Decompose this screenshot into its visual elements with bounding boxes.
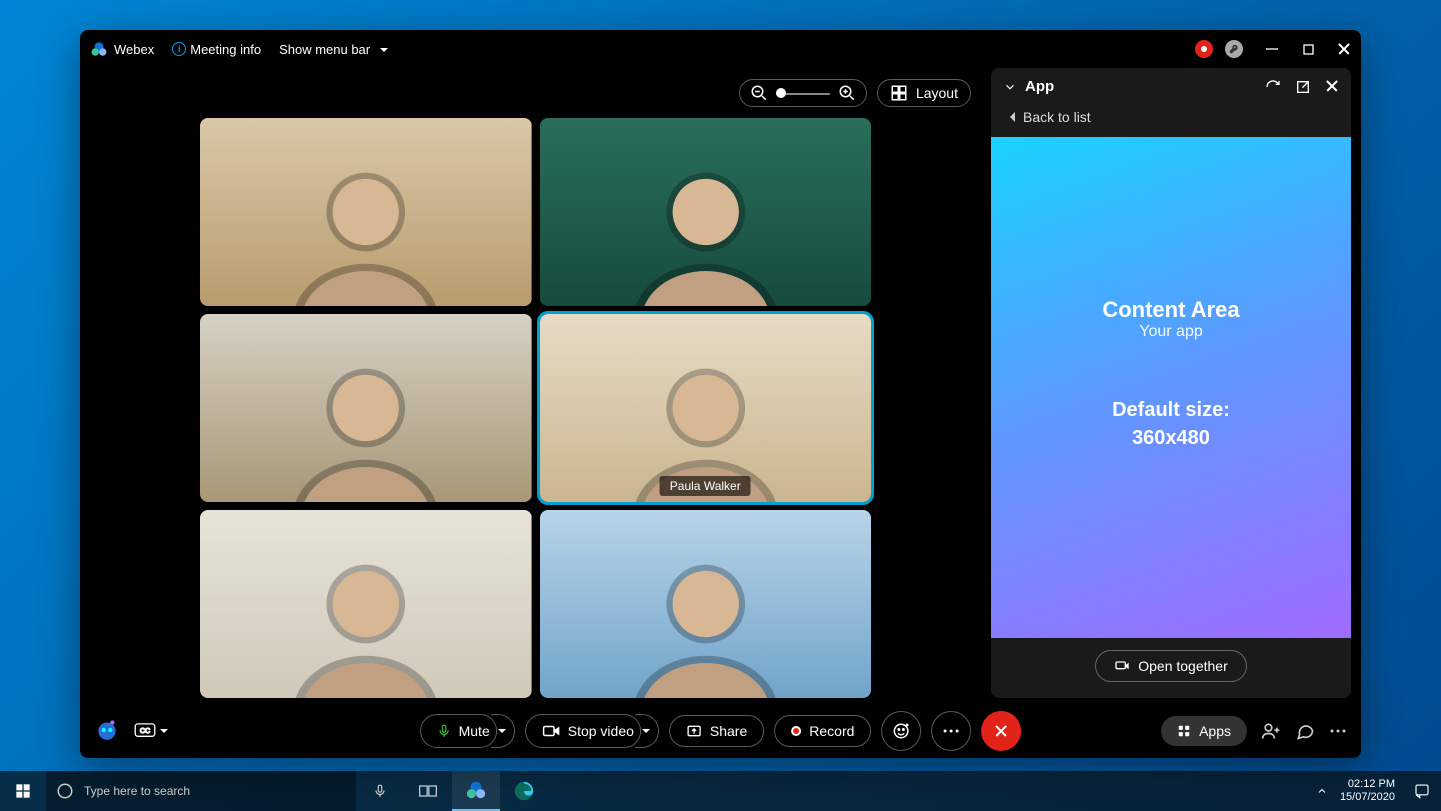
clock-time: 02:12 PM: [1340, 778, 1395, 791]
participant-tile[interactable]: [200, 314, 532, 502]
participant-tile[interactable]: [540, 118, 872, 306]
titlebar: Webex iMeeting info Show menu bar: [80, 30, 1361, 68]
reactions-button[interactable]: [881, 711, 921, 751]
participant-tile[interactable]: [200, 118, 532, 306]
stop-video-button[interactable]: Stop video: [525, 714, 641, 748]
participant-grid: Paula Walker: [90, 118, 981, 698]
open-together-label: Open together: [1138, 658, 1228, 674]
cortana-icon: [56, 782, 74, 800]
collapse-panel-icon[interactable]: [1003, 80, 1017, 94]
video-options-button[interactable]: [635, 714, 659, 748]
notifications-icon[interactable]: [1413, 782, 1431, 800]
panel-title: App: [1025, 78, 1054, 95]
open-together-button[interactable]: Open together: [1095, 650, 1247, 682]
taskbar-clock[interactable]: 02:12 PM 15/07/2020: [1340, 778, 1401, 803]
record-label: Record: [809, 723, 854, 739]
task-view-icon[interactable]: [404, 771, 452, 811]
svg-text:CC: CC: [140, 727, 150, 735]
tray-expand-icon[interactable]: [1316, 785, 1328, 797]
zoom-slider[interactable]: [776, 87, 830, 99]
end-call-button[interactable]: [981, 711, 1021, 751]
layout-label: Layout: [916, 85, 958, 101]
apps-label: Apps: [1199, 723, 1231, 739]
mute-button[interactable]: Mute: [420, 714, 497, 748]
webex-taskbar-item[interactable]: [452, 771, 500, 811]
participant-tile[interactable]: [540, 510, 872, 698]
popout-icon[interactable]: [1295, 79, 1311, 95]
maximize-button[interactable]: [1301, 42, 1315, 56]
show-menu-label: Show menu bar: [279, 42, 370, 57]
participant-tile[interactable]: Paula Walker: [540, 314, 872, 502]
refresh-icon[interactable]: [1265, 79, 1281, 95]
webex-logo: Webex: [90, 40, 154, 58]
participants-icon[interactable]: [1261, 721, 1281, 741]
meeting-info-label: Meeting info: [190, 42, 261, 57]
meeting-controls: CC Mute Stop video Share: [80, 704, 1361, 758]
voice-search-icon[interactable]: [356, 771, 404, 811]
participant-name-label: Paula Walker: [660, 476, 751, 496]
closed-captions-button[interactable]: CC: [134, 723, 168, 739]
apps-button[interactable]: Apps: [1161, 716, 1247, 746]
embedded-app-content: Content Area Your app Default size: 360x…: [991, 137, 1351, 638]
default-size-value: 360x480: [1112, 424, 1230, 452]
zoom-control[interactable]: [739, 79, 867, 107]
close-window-button[interactable]: [1337, 42, 1351, 56]
more-options-button[interactable]: [931, 711, 971, 751]
content-area-title: Content Area: [1102, 297, 1239, 323]
minimize-button[interactable]: [1265, 42, 1279, 56]
chat-icon[interactable]: [1295, 721, 1315, 741]
taskbar-search[interactable]: Type here to search: [46, 771, 356, 811]
encryption-key-icon[interactable]: [1225, 40, 1243, 58]
back-to-list-button[interactable]: Back to list: [991, 105, 1351, 137]
windows-taskbar: Type here to search 02:12 PM 15/07/2020: [0, 771, 1441, 811]
panel-more-icon[interactable]: [1329, 729, 1347, 733]
participant-tile[interactable]: [200, 510, 532, 698]
mute-options-button[interactable]: [491, 714, 515, 748]
close-panel-icon[interactable]: [1325, 79, 1339, 93]
start-button[interactable]: [0, 771, 46, 811]
app-side-panel: App Back to list Content Area Your app D…: [991, 68, 1351, 698]
webex-meeting-window: Webex iMeeting info Show menu bar: [80, 30, 1361, 758]
webex-assistant-icon[interactable]: [94, 716, 120, 747]
stop-video-label: Stop video: [568, 723, 634, 739]
app-name-label: Webex: [114, 42, 154, 57]
panel-header: App: [991, 68, 1351, 105]
mute-label: Mute: [459, 723, 490, 739]
share-button[interactable]: Share: [669, 715, 764, 747]
back-to-list-label: Back to list: [1023, 109, 1091, 125]
recording-indicator-icon[interactable]: [1195, 40, 1213, 58]
search-placeholder: Type here to search: [84, 784, 190, 798]
clock-date: 15/07/2020: [1340, 791, 1395, 804]
content-area-subtitle: Your app: [1139, 323, 1202, 341]
video-area: Layout: [90, 68, 981, 698]
layout-button[interactable]: Layout: [877, 79, 971, 107]
edge-taskbar-item[interactable]: [500, 771, 548, 811]
meeting-info-button[interactable]: iMeeting info: [172, 42, 261, 57]
share-label: Share: [710, 723, 747, 739]
show-menu-bar-button[interactable]: Show menu bar: [279, 42, 388, 57]
default-size-label: Default size:: [1112, 396, 1230, 424]
record-button[interactable]: Record: [774, 715, 871, 747]
